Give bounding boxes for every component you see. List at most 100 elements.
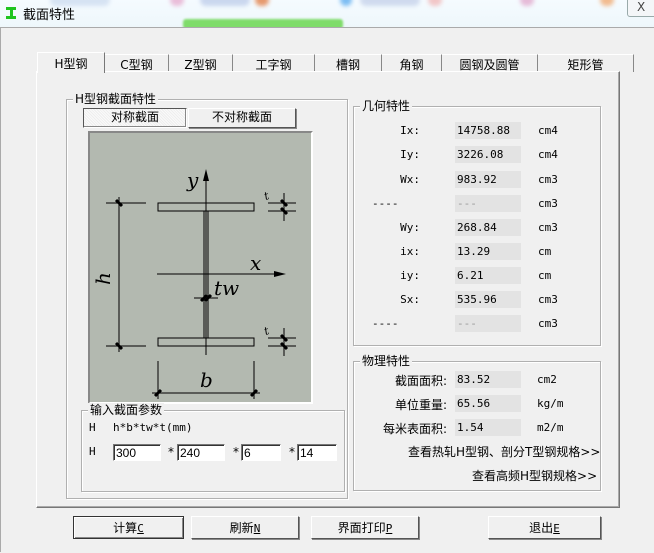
title-bar: 截面特性 X (0, 0, 654, 27)
tab-c-steel[interactable]: C型钢 (105, 54, 169, 72)
geometry-unit: cm3 (538, 221, 558, 234)
input-params-label: 输入截面参数 (88, 403, 165, 417)
physical-label: 单位重量: (394, 398, 447, 412)
geometry-unit: cm4 (538, 124, 558, 137)
geometry-label: ---- (372, 317, 399, 330)
asymmetric-section-button[interactable]: 不对称截面 (188, 108, 296, 128)
row-label: H (89, 445, 96, 458)
geometry-value: 3226.08 (455, 146, 521, 163)
t-label-top: t (262, 189, 271, 203)
geometry-value: 6.21 (455, 267, 521, 284)
tick-mark (153, 388, 163, 398)
calculate-label: 计算 (113, 521, 138, 535)
physical-unit: m2/m (537, 421, 564, 434)
tw-label: tw (214, 276, 239, 300)
window-border (0, 28, 2, 552)
multiply-sign: * (289, 445, 295, 459)
tab-h-steel[interactable]: H型钢 (37, 52, 105, 73)
multiply-sign: * (168, 445, 174, 459)
tick-mark (114, 341, 124, 351)
hot-rolled-spec-link[interactable]: 查看热轧H型钢、剖分T型钢规格>> (408, 443, 600, 460)
b-input[interactable] (177, 444, 225, 461)
background-blur (255, 0, 269, 6)
close-button[interactable]: X (627, 0, 654, 17)
high-freq-spec-link[interactable]: 查看高频H型钢规格>> (472, 467, 597, 484)
geometry-unit: cm3 (538, 197, 558, 210)
print-label: 界面打印 (337, 521, 386, 535)
physical-group-label: 物理特性 (360, 354, 413, 368)
geometry-label: Ix: (400, 124, 420, 137)
tick-mark (249, 388, 259, 398)
physical-unit: kg/m (537, 397, 564, 410)
geometry-unit: cm3 (538, 317, 558, 330)
section-group-label: H型钢截面特性 (73, 92, 159, 106)
physical-value: 83.52 (455, 371, 521, 388)
background-blur (600, 0, 614, 6)
tick-mark (279, 206, 289, 216)
geometry-label: ix: (400, 245, 420, 258)
x-axis-label: x (250, 251, 261, 275)
background-blur (183, 19, 343, 27)
geometry-unit: cm (538, 245, 552, 258)
y-axis-arrow (203, 169, 209, 181)
geometry-value: --- (455, 315, 521, 332)
window-title: 截面特性 (23, 8, 76, 23)
exit-hotkey: E (553, 522, 560, 535)
x-axis-arrow (274, 271, 286, 277)
h-label: h (91, 272, 115, 285)
b-label: b (200, 368, 213, 392)
y-axis-label: y (186, 168, 199, 192)
tab-channel[interactable]: 槽钢 (315, 54, 382, 72)
print-button[interactable]: 界面打印P (311, 516, 419, 539)
geometry-unit: cm3 (538, 173, 558, 186)
print-hotkey: P (385, 522, 393, 535)
symmetric-section-button[interactable]: 对称截面 (83, 108, 187, 128)
type-label: H (89, 421, 96, 434)
tick-mark (279, 198, 289, 208)
background-blur (170, 0, 184, 6)
physical-value: 1.54 (455, 419, 521, 436)
tab-z-steel[interactable]: Z型钢 (169, 54, 233, 72)
geometry-unit: cm3 (538, 293, 558, 306)
physical-value: 65.56 (455, 395, 521, 412)
tab-round-tube[interactable]: 圆钢及圆管 (442, 54, 538, 72)
calculate-button[interactable]: 计算C (73, 516, 184, 539)
i-beam-app-icon (5, 5, 19, 21)
tick-mark (279, 341, 289, 351)
tw-input[interactable] (241, 444, 281, 461)
geometry-label: ---- (372, 197, 399, 210)
h-section-diagram: y x tw b h t t (88, 131, 313, 404)
refresh-label: 刷新 (229, 521, 254, 535)
exit-button[interactable]: 退出E (488, 516, 601, 539)
geometry-value: --- (455, 195, 521, 212)
background-blur (428, 0, 442, 6)
geometry-value: 535.96 (455, 291, 521, 308)
geometry-label: Wx: (400, 173, 420, 186)
tab-i-beam[interactable]: 工字钢 (233, 54, 315, 72)
multiply-sign: * (233, 445, 239, 459)
tick-mark (279, 333, 289, 343)
exit-label: 退出 (529, 521, 554, 535)
tick-mark (114, 198, 124, 208)
tab-rect-tube[interactable]: 矩形管 (538, 54, 634, 72)
geometry-value: 13.29 (455, 243, 521, 260)
refresh-hotkey: N (253, 522, 261, 535)
h-input[interactable] (113, 444, 161, 461)
physical-label: 截面面积: (394, 374, 447, 388)
background-blur (360, 0, 420, 6)
geometry-value: 14758.88 (455, 122, 521, 139)
t-label-bottom: t (262, 324, 271, 338)
refresh-button[interactable]: 刷新N (191, 516, 299, 539)
geometry-value: 983.92 (455, 171, 521, 188)
calculate-hotkey: C (137, 522, 144, 535)
geometry-unit: cm4 (538, 148, 558, 161)
geometry-label: Iy: (400, 148, 420, 161)
physical-unit: cm2 (537, 373, 557, 386)
h-beam-drawing: y x tw b h t t (91, 168, 296, 399)
geometry-label: Sx: (400, 293, 420, 306)
tab-angle[interactable]: 角钢 (382, 54, 442, 72)
geometry-unit: cm (538, 269, 552, 282)
geometry-group-label: 几何特性 (360, 99, 413, 113)
t-input[interactable] (297, 444, 337, 461)
formula-label: h*b*tw*t(mm) (113, 421, 193, 434)
